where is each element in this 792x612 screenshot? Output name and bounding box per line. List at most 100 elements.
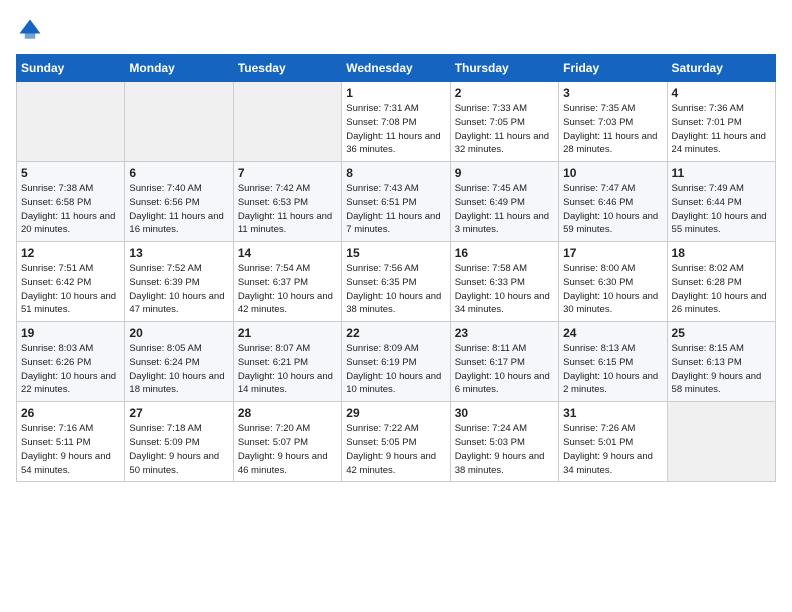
calendar-header-wednesday: Wednesday bbox=[342, 55, 450, 82]
day-number: 8 bbox=[346, 166, 445, 180]
calendar-cell: 23 Sunrise: 8:11 AMSunset: 6:17 PMDayligh… bbox=[450, 322, 558, 402]
day-number: 16 bbox=[455, 246, 554, 260]
calendar-cell: 25 Sunrise: 8:15 AMSunset: 6:13 PMDayligh… bbox=[667, 322, 775, 402]
calendar-cell: 13Sunrise: 7:52 AMSunset: 6:39 PMDayligh… bbox=[125, 242, 233, 322]
calendar-cell: 3 Sunrise: 7:35 AMSunset: 7:03 PMDaylight… bbox=[559, 82, 667, 162]
day-info: Sunrise: 7:36 AMSunset: 7:01 PMDaylight:… bbox=[672, 102, 771, 157]
day-info: Sunrise: 8:13 AMSunset: 6:15 PMDaylight:… bbox=[563, 342, 662, 397]
calendar-week-row: 1 Sunrise: 7:31 AMSunset: 7:08 PMDaylight… bbox=[17, 82, 776, 162]
calendar-week-row: 5 Sunrise: 7:38 AMSunset: 6:58 PMDaylight… bbox=[17, 162, 776, 242]
calendar-cell: 29 Sunrise: 7:22 AMSunset: 5:05 PMDayligh… bbox=[342, 402, 450, 482]
day-info: Sunrise: 7:40 AMSunset: 6:56 PMDaylight:… bbox=[129, 182, 228, 237]
calendar-cell bbox=[233, 82, 341, 162]
day-number: 23 bbox=[455, 326, 554, 340]
calendar-cell: 24Sunrise: 8:13 AMSunset: 6:15 PMDayligh… bbox=[559, 322, 667, 402]
calendar-cell: 9 Sunrise: 7:45 AMSunset: 6:49 PMDaylight… bbox=[450, 162, 558, 242]
day-number: 30 bbox=[455, 406, 554, 420]
day-info: Sunrise: 7:20 AMSunset: 5:07 PMDaylight:… bbox=[238, 422, 337, 477]
day-info: Sunrise: 7:22 AMSunset: 5:05 PMDaylight:… bbox=[346, 422, 445, 477]
calendar-cell: 22 Sunrise: 8:09 AMSunset: 6:19 PMDayligh… bbox=[342, 322, 450, 402]
calendar-header-monday: Monday bbox=[125, 55, 233, 82]
calendar-cell: 31 Sunrise: 7:26 AMSunset: 5:01 PMDayligh… bbox=[559, 402, 667, 482]
day-info: Sunrise: 7:49 AMSunset: 6:44 PMDaylight:… bbox=[672, 182, 771, 237]
calendar-cell: 6 Sunrise: 7:40 AMSunset: 6:56 PMDaylight… bbox=[125, 162, 233, 242]
day-info: Sunrise: 7:24 AMSunset: 5:03 PMDaylight:… bbox=[455, 422, 554, 477]
day-info: Sunrise: 7:51 AMSunset: 6:42 PMDaylight:… bbox=[21, 262, 120, 317]
day-number: 26 bbox=[21, 406, 120, 420]
calendar-cell: 30 Sunrise: 7:24 AMSunset: 5:03 PMDayligh… bbox=[450, 402, 558, 482]
calendar-cell: 15 Sunrise: 7:56 AMSunset: 6:35 PMDayligh… bbox=[342, 242, 450, 322]
calendar-header-tuesday: Tuesday bbox=[233, 55, 341, 82]
calendar-cell: 14Sunrise: 7:54 AMSunset: 6:37 PMDayligh… bbox=[233, 242, 341, 322]
day-info: Sunrise: 7:31 AMSunset: 7:08 PMDaylight:… bbox=[346, 102, 445, 157]
day-info: Sunrise: 8:11 AMSunset: 6:17 PMDaylight:… bbox=[455, 342, 554, 397]
day-info: Sunrise: 7:42 AMSunset: 6:53 PMDaylight:… bbox=[238, 182, 337, 237]
calendar-cell: 20Sunrise: 8:05 AMSunset: 6:24 PMDayligh… bbox=[125, 322, 233, 402]
calendar-cell: 26 Sunrise: 7:16 AMSunset: 5:11 PMDayligh… bbox=[17, 402, 125, 482]
day-info: Sunrise: 7:38 AMSunset: 6:58 PMDaylight:… bbox=[21, 182, 120, 237]
day-number: 21 bbox=[238, 326, 337, 340]
calendar-header-thursday: Thursday bbox=[450, 55, 558, 82]
day-number: 3 bbox=[563, 86, 662, 100]
day-number: 17 bbox=[563, 246, 662, 260]
day-number: 4 bbox=[672, 86, 771, 100]
calendar-cell: 2Sunrise: 7:33 AMSunset: 7:05 PMDaylight… bbox=[450, 82, 558, 162]
calendar-cell: 5 Sunrise: 7:38 AMSunset: 6:58 PMDaylight… bbox=[17, 162, 125, 242]
calendar-cell: 28 Sunrise: 7:20 AMSunset: 5:07 PMDayligh… bbox=[233, 402, 341, 482]
day-number: 28 bbox=[238, 406, 337, 420]
calendar-week-row: 26 Sunrise: 7:16 AMSunset: 5:11 PMDayligh… bbox=[17, 402, 776, 482]
day-number: 1 bbox=[346, 86, 445, 100]
calendar-week-row: 12 Sunrise: 7:51 AMSunset: 6:42 PMDayligh… bbox=[17, 242, 776, 322]
day-info: Sunrise: 8:09 AMSunset: 6:19 PMDaylight:… bbox=[346, 342, 445, 397]
calendar-table: SundayMondayTuesdayWednesdayThursdayFrid… bbox=[16, 54, 776, 482]
calendar-cell: 27 Sunrise: 7:18 AMSunset: 5:09 PMDayligh… bbox=[125, 402, 233, 482]
day-number: 11 bbox=[672, 166, 771, 180]
calendar-cell bbox=[667, 402, 775, 482]
day-info: Sunrise: 8:00 AMSunset: 6:30 PMDaylight:… bbox=[563, 262, 662, 317]
day-number: 5 bbox=[21, 166, 120, 180]
calendar-header-row: SundayMondayTuesdayWednesdayThursdayFrid… bbox=[17, 55, 776, 82]
calendar-cell: 19Sunrise: 8:03 AMSunset: 6:26 PMDayligh… bbox=[17, 322, 125, 402]
day-number: 31 bbox=[563, 406, 662, 420]
day-number: 18 bbox=[672, 246, 771, 260]
day-info: Sunrise: 8:02 AMSunset: 6:28 PMDaylight:… bbox=[672, 262, 771, 317]
day-info: Sunrise: 7:58 AMSunset: 6:33 PMDaylight:… bbox=[455, 262, 554, 317]
day-number: 2 bbox=[455, 86, 554, 100]
day-info: Sunrise: 7:18 AMSunset: 5:09 PMDaylight:… bbox=[129, 422, 228, 477]
logo-icon bbox=[16, 16, 44, 44]
day-number: 27 bbox=[129, 406, 228, 420]
calendar-cell: 12 Sunrise: 7:51 AMSunset: 6:42 PMDayligh… bbox=[17, 242, 125, 322]
day-info: Sunrise: 8:07 AMSunset: 6:21 PMDaylight:… bbox=[238, 342, 337, 397]
calendar-body: 1 Sunrise: 7:31 AMSunset: 7:08 PMDaylight… bbox=[17, 82, 776, 482]
day-info: Sunrise: 7:43 AMSunset: 6:51 PMDaylight:… bbox=[346, 182, 445, 237]
day-info: Sunrise: 7:35 AMSunset: 7:03 PMDaylight:… bbox=[563, 102, 662, 157]
day-number: 19 bbox=[21, 326, 120, 340]
calendar-cell: 8 Sunrise: 7:43 AMSunset: 6:51 PMDaylight… bbox=[342, 162, 450, 242]
calendar-cell: 21 Sunrise: 8:07 AMSunset: 6:21 PMDayligh… bbox=[233, 322, 341, 402]
day-number: 6 bbox=[129, 166, 228, 180]
calendar-cell: 18 Sunrise: 8:02 AMSunset: 6:28 PMDayligh… bbox=[667, 242, 775, 322]
day-number: 12 bbox=[21, 246, 120, 260]
day-info: Sunrise: 8:15 AMSunset: 6:13 PMDaylight:… bbox=[672, 342, 771, 397]
day-info: Sunrise: 7:56 AMSunset: 6:35 PMDaylight:… bbox=[346, 262, 445, 317]
day-info: Sunrise: 7:45 AMSunset: 6:49 PMDaylight:… bbox=[455, 182, 554, 237]
day-info: Sunrise: 7:26 AMSunset: 5:01 PMDaylight:… bbox=[563, 422, 662, 477]
calendar-header-sunday: Sunday bbox=[17, 55, 125, 82]
day-number: 9 bbox=[455, 166, 554, 180]
calendar-header-friday: Friday bbox=[559, 55, 667, 82]
logo bbox=[16, 16, 48, 44]
page-header bbox=[16, 16, 776, 44]
day-info: Sunrise: 7:47 AMSunset: 6:46 PMDaylight:… bbox=[563, 182, 662, 237]
calendar-cell: 16 Sunrise: 7:58 AMSunset: 6:33 PMDayligh… bbox=[450, 242, 558, 322]
day-number: 15 bbox=[346, 246, 445, 260]
day-number: 25 bbox=[672, 326, 771, 340]
day-number: 10 bbox=[563, 166, 662, 180]
day-number: 29 bbox=[346, 406, 445, 420]
day-info: Sunrise: 7:52 AMSunset: 6:39 PMDaylight:… bbox=[129, 262, 228, 317]
day-info: Sunrise: 7:16 AMSunset: 5:11 PMDaylight:… bbox=[21, 422, 120, 477]
day-number: 22 bbox=[346, 326, 445, 340]
day-number: 14 bbox=[238, 246, 337, 260]
calendar-cell: 17 Sunrise: 8:00 AMSunset: 6:30 PMDayligh… bbox=[559, 242, 667, 322]
calendar-cell: 7Sunrise: 7:42 AMSunset: 6:53 PMDaylight… bbox=[233, 162, 341, 242]
calendar-cell bbox=[125, 82, 233, 162]
